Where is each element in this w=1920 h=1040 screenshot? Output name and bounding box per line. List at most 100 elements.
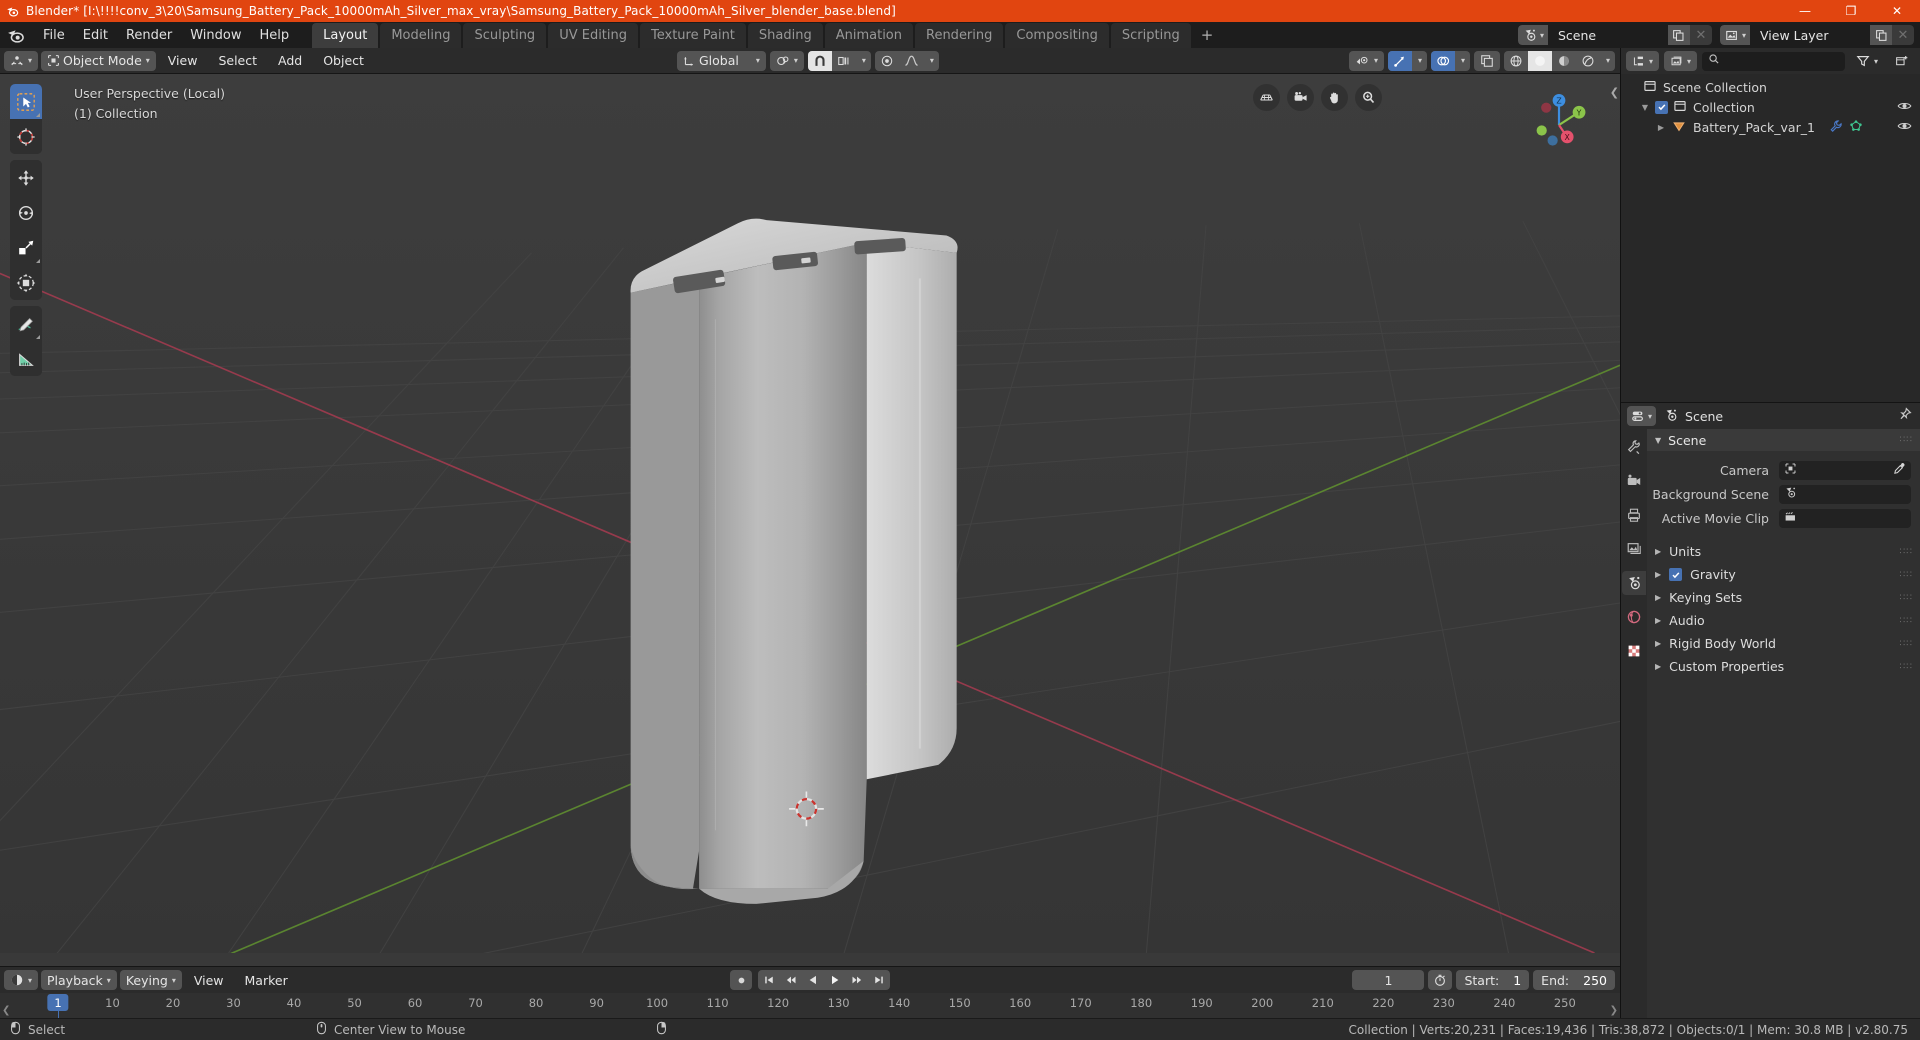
active-movie-clip-field[interactable] bbox=[1779, 509, 1911, 528]
auto-keying-toggle[interactable] bbox=[730, 970, 752, 990]
scene-copy-button[interactable] bbox=[1667, 25, 1690, 45]
workspace-tab-rendering[interactable]: Rendering bbox=[915, 23, 1004, 48]
viewport-menu-add[interactable]: Add bbox=[269, 51, 311, 71]
viewlayer-name-field[interactable]: View Layer bbox=[1750, 25, 1870, 45]
scene-selector[interactable]: ▾ Scene ✕ bbox=[1517, 25, 1712, 45]
pan-view-icon[interactable] bbox=[1321, 84, 1348, 111]
shading-options-caret[interactable]: ▾ bbox=[1600, 51, 1615, 71]
shading-solid-button[interactable] bbox=[1527, 50, 1552, 71]
disclosure-triangle-collection[interactable]: ▼ bbox=[1639, 103, 1651, 112]
properties-tab-output[interactable] bbox=[1622, 503, 1646, 527]
timeline-scroll-left[interactable]: ❮ bbox=[2, 1005, 10, 1016]
workspace-tab-layout[interactable]: Layout bbox=[312, 23, 379, 48]
properties-editor-type-button[interactable]: ▾ bbox=[1627, 406, 1657, 426]
outliner-row-collection[interactable]: ▼ Collection bbox=[1621, 97, 1920, 117]
measure-tool[interactable] bbox=[10, 341, 42, 376]
menu-help[interactable]: Help bbox=[251, 25, 299, 46]
add-workspace-button[interactable]: + bbox=[1193, 23, 1222, 48]
collection-visibility-eye-icon[interactable] bbox=[1897, 100, 1912, 115]
outliner-filter-button[interactable]: ▾ bbox=[1850, 51, 1884, 71]
snap-options-caret[interactable]: ▾ bbox=[856, 51, 871, 71]
overlay-options-caret[interactable]: ▾ bbox=[1455, 51, 1470, 71]
outliner-row-battery-pack[interactable]: ▶ Battery_Pack_var_1 bbox=[1621, 117, 1920, 137]
view-axis-gizmo[interactable]: Z Y X bbox=[1518, 84, 1600, 166]
object-visibility-dropdown[interactable]: ▾ bbox=[1348, 50, 1384, 71]
new-collection-button[interactable] bbox=[1889, 51, 1915, 71]
properties-tab-viewlayer[interactable] bbox=[1622, 537, 1646, 561]
mesh-data-icon[interactable] bbox=[1849, 119, 1863, 136]
gizmo-options-caret[interactable]: ▾ bbox=[1412, 51, 1427, 71]
outliner-tree[interactable]: Scene Collection ▼ Collection ▶ Battery_… bbox=[1621, 74, 1920, 402]
collection-checkbox[interactable] bbox=[1655, 100, 1668, 114]
pin-icon[interactable] bbox=[1898, 407, 1912, 425]
viewport-canvas[interactable] bbox=[0, 74, 1620, 953]
gravity-subpanel[interactable]: ▶ Gravity ∷∷ bbox=[1647, 564, 1920, 585]
cursor-tool[interactable] bbox=[10, 119, 42, 154]
workspace-tab-sculpting[interactable]: Sculpting bbox=[463, 23, 547, 48]
timeline-menu-playback[interactable]: Playback ▾ bbox=[41, 970, 117, 990]
sidebar-collapse-arrow[interactable]: ❮ bbox=[1610, 86, 1619, 99]
falloff-curve-icon[interactable] bbox=[899, 51, 924, 71]
tweak-select-tool[interactable] bbox=[10, 84, 42, 119]
scene-name-field[interactable]: Scene bbox=[1547, 25, 1668, 45]
viewlayer-selector[interactable]: ▾ View Layer ✕ bbox=[1719, 25, 1914, 45]
pivot-point-dropdown[interactable]: ▾ bbox=[769, 50, 804, 71]
jump-to-start-button[interactable] bbox=[758, 970, 780, 990]
magnet-icon[interactable] bbox=[807, 50, 832, 71]
menu-file[interactable]: File bbox=[34, 25, 74, 46]
object-visibility-eye-icon[interactable] bbox=[1897, 120, 1912, 135]
transform-orientation-dropdown[interactable]: Global ▾ bbox=[677, 50, 766, 71]
snap-target-icon[interactable] bbox=[832, 51, 856, 71]
workspace-tab-scripting[interactable]: Scripting bbox=[1110, 23, 1191, 48]
frame-start-field[interactable]: Start: 1 bbox=[1456, 970, 1530, 990]
eyedropper-icon[interactable] bbox=[1893, 462, 1906, 479]
properties-tab-scene[interactable] bbox=[1622, 571, 1646, 595]
rotate-tool[interactable] bbox=[10, 195, 42, 230]
use-preview-range-button[interactable] bbox=[1428, 970, 1453, 990]
viewlayer-copy-button[interactable] bbox=[1870, 25, 1892, 45]
gravity-checkbox[interactable] bbox=[1669, 568, 1683, 581]
workspace-tab-animation[interactable]: Animation bbox=[824, 23, 913, 48]
gizmo-icon[interactable] bbox=[1387, 50, 1412, 71]
scene-panel-header[interactable]: ▼ Scene ∷∷ bbox=[1647, 429, 1920, 451]
proportional-edit-icon[interactable] bbox=[875, 51, 899, 71]
menu-edit[interactable]: Edit bbox=[74, 25, 117, 46]
play-button[interactable] bbox=[824, 970, 846, 990]
timeline-editor-type-button[interactable]: ▾ bbox=[4, 970, 39, 990]
current-frame-field[interactable]: 1 bbox=[1352, 970, 1425, 990]
workspace-tab-uv-editing[interactable]: UV Editing bbox=[548, 23, 639, 48]
viewport-menu-object[interactable]: Object bbox=[314, 51, 373, 71]
play-reverse-button[interactable] bbox=[802, 970, 824, 990]
editor-type-button[interactable]: ▾ bbox=[4, 50, 39, 71]
outliner-row-scene-collection[interactable]: Scene Collection bbox=[1621, 77, 1920, 97]
scale-tool[interactable] bbox=[10, 230, 42, 265]
xray-toggle[interactable] bbox=[1473, 50, 1500, 71]
move-tool[interactable] bbox=[10, 160, 42, 195]
timeline-menu-keying[interactable]: Keying ▾ bbox=[119, 970, 182, 990]
modifier-wrench-icon[interactable] bbox=[1829, 119, 1843, 136]
viewport-menu-select[interactable]: Select bbox=[209, 51, 266, 71]
minimize-button[interactable]: — bbox=[1782, 0, 1828, 22]
3d-viewport[interactable]: User Perspective (Local) (1) Collection bbox=[0, 74, 1620, 966]
outliner-editor-type-button[interactable]: ▾ bbox=[1626, 51, 1660, 71]
interaction-mode-dropdown[interactable]: Object Mode ▾ bbox=[41, 50, 156, 71]
audio-subpanel[interactable]: ▶ Audio ∷∷ bbox=[1647, 610, 1920, 631]
properties-content[interactable]: ▼ Scene ∷∷ Camera Background Scene Activ… bbox=[1647, 429, 1920, 1018]
viewport-menu-view[interactable]: View bbox=[159, 51, 207, 71]
shading-rendered-button[interactable] bbox=[1576, 51, 1600, 71]
zoom-view-icon[interactable] bbox=[1355, 84, 1382, 111]
timeline-scroll-right[interactable]: ❯ bbox=[1610, 1005, 1618, 1016]
overlays-icon[interactable] bbox=[1430, 50, 1455, 71]
workspace-tab-compositing[interactable]: Compositing bbox=[1005, 23, 1109, 48]
shading-material-preview-button[interactable] bbox=[1552, 51, 1576, 71]
background-scene-field[interactable] bbox=[1779, 485, 1911, 504]
blender-logo-icon[interactable] bbox=[6, 25, 26, 45]
disclosure-triangle-object[interactable]: ▶ bbox=[1655, 123, 1667, 132]
close-button[interactable]: ✕ bbox=[1874, 0, 1920, 22]
rigid-body-world-subpanel[interactable]: ▶ Rigid Body World ∷∷ bbox=[1647, 633, 1920, 654]
workspace-tab-texture-paint[interactable]: Texture Paint bbox=[640, 23, 746, 48]
camera-view-icon[interactable] bbox=[1287, 84, 1314, 111]
annotate-tool[interactable] bbox=[10, 306, 42, 341]
viewlayer-icon[interactable]: ▾ bbox=[1719, 25, 1750, 45]
camera-field[interactable] bbox=[1779, 461, 1911, 480]
